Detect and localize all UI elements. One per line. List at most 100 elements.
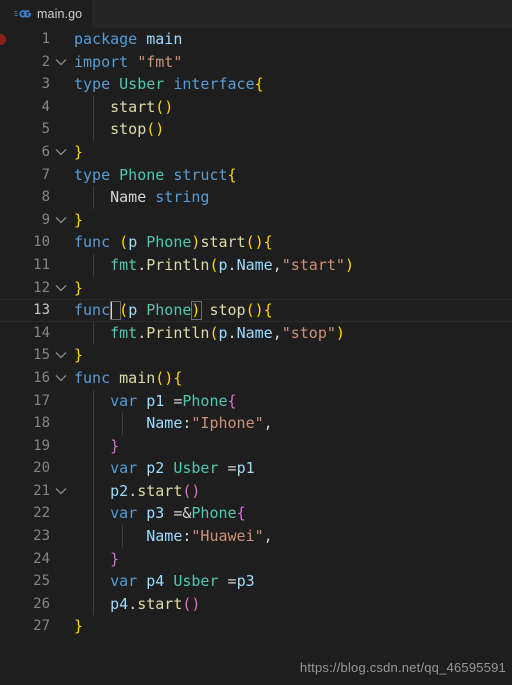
code-line[interactable]: 9 } (0, 209, 512, 232)
line-number: 9 (41, 211, 50, 228)
line-number: 17 (33, 392, 50, 409)
code-line[interactable]: 4 start() (0, 95, 512, 119)
code-line[interactable]: 20 var p2 Usber =p1 (0, 457, 512, 480)
line-content: p2.start() (72, 479, 512, 503)
indent-guide (93, 95, 94, 119)
code-line[interactable]: 12 } (0, 277, 512, 300)
indent-guide (122, 525, 123, 548)
line-content: fmt.Println(p.Name,"stop") (72, 321, 512, 345)
line-content: } (72, 547, 512, 571)
indent-guide (93, 186, 94, 209)
bracket-match-open (110, 300, 121, 320)
line-number: 23 (33, 528, 50, 545)
line-number: 27 (33, 618, 50, 635)
indent-guide (93, 502, 94, 526)
line-number: 24 (33, 550, 50, 567)
line-number: 1 (41, 31, 50, 47)
line-number: 10 (33, 234, 50, 251)
line-number: 2 (41, 53, 50, 70)
code-line[interactable]: 24 } (0, 547, 512, 571)
line-number: 21 (33, 482, 50, 499)
code-line[interactable]: 19 } (0, 434, 512, 458)
indent-guide (93, 479, 94, 503)
go-language-icon (14, 8, 31, 20)
bracket-match-close (191, 300, 202, 320)
line-content: var p3 =&Phone{ (72, 502, 512, 526)
code-line[interactable]: 10 func (p Phone)start(){ (0, 216, 512, 254)
code-line[interactable]: 22 var p3 =&Phone{ (0, 487, 512, 526)
line-number: 16 (33, 369, 50, 386)
code-line[interactable]: 14 fmt.Println(p.Name,"stop") (0, 321, 512, 345)
indent-guide (93, 570, 94, 593)
code-line[interactable]: 18 Name:"Iphone", (0, 412, 512, 435)
line-number: 25 (33, 573, 50, 590)
indent-guide (93, 525, 94, 548)
line-content: start() (72, 95, 512, 119)
line-content: stop() (72, 118, 512, 141)
code-line[interactable]: 11 fmt.Println(p.Name,"start") (0, 253, 512, 277)
indent-guide (93, 118, 94, 141)
editor-window: main.go 1 package main 2 import "fmt" 3 … (0, 0, 512, 685)
line-content: } (72, 434, 512, 458)
line-number: 19 (33, 437, 50, 454)
indent-guide (93, 321, 94, 345)
code-line[interactable]: 6 } (0, 141, 512, 164)
line-number: 11 (33, 256, 50, 273)
code-line[interactable]: 15 } (0, 344, 512, 367)
line-number: 7 (41, 166, 50, 183)
line-number: 22 (33, 505, 50, 522)
tab-bar-empty-area (93, 0, 512, 28)
code-line[interactable]: 23 Name:"Huawei", (0, 525, 512, 548)
line-number: 8 (41, 189, 50, 206)
code-line[interactable]: 21 p2.start() (0, 479, 512, 503)
line-number: 4 (41, 98, 50, 115)
code-line[interactable]: 17 var p1 =Phone{ (0, 374, 512, 413)
tab-bar: main.go (0, 0, 512, 29)
indent-guide (93, 412, 94, 435)
line-number: 26 (33, 595, 50, 612)
line-content: } (74, 278, 84, 297)
line-content: fmt.Println(p.Name,"start") (72, 253, 512, 277)
code-line[interactable]: 8 Name string (0, 186, 512, 209)
line-content: var p2 Usber =p1 (72, 457, 512, 480)
line-content: } (74, 210, 84, 229)
line-content: type Usber interface{ (74, 75, 264, 94)
line-content: type Phone struct{ (74, 165, 237, 184)
indent-guide (93, 389, 94, 413)
line-content: var p4 Usber =p3 (72, 570, 512, 593)
indent-guide (93, 592, 94, 616)
line-content: p4.start() (72, 592, 512, 616)
code-line[interactable]: 5 stop() (0, 118, 512, 141)
line-number: 13 (33, 302, 50, 319)
code-line[interactable]: 7 type Phone struct{ (0, 149, 512, 187)
line-content: import "fmt" (74, 52, 183, 71)
line-content: func (p Phone)start(){ (74, 233, 273, 252)
code-editor[interactable]: 1 package main 2 import "fmt" 3 type Usb… (0, 28, 512, 685)
line-content: func (p Phone) stop(){ (74, 300, 273, 320)
indent-guide (122, 412, 123, 435)
tab-main-go[interactable]: main.go (0, 0, 94, 28)
line-number: 15 (33, 347, 50, 364)
indent-guide (93, 457, 94, 480)
line-content: } (74, 617, 84, 636)
code-line-active[interactable]: 13 func (p Phone) stop(){ (0, 284, 512, 322)
line-number: 18 (33, 415, 50, 432)
code-line[interactable]: 26 p4.start() (0, 592, 512, 616)
code-line[interactable]: 3 type Usber interface{ (0, 58, 512, 96)
watermark-url: https://blog.csdn.net/qq_46595591 (299, 660, 506, 675)
code-line[interactable]: 27 } (0, 615, 512, 638)
line-content: } (74, 346, 84, 365)
indent-guide (93, 434, 94, 458)
code-line[interactable]: 1 package main (0, 28, 512, 51)
tab-label: main.go (37, 7, 83, 21)
line-content: func main(){ (74, 368, 183, 387)
line-content: package main (74, 30, 183, 48)
code-line[interactable]: 16 func main(){ (0, 352, 512, 390)
code-line[interactable]: 25 var p4 Usber =p3 (0, 570, 512, 593)
code-line[interactable]: 2 import "fmt" (0, 51, 512, 74)
line-number: 6 (41, 143, 50, 160)
indent-guide (93, 253, 94, 277)
line-number: 14 (33, 324, 50, 341)
line-number: 5 (41, 121, 50, 138)
line-content: Name:"Huawei", (72, 525, 512, 548)
